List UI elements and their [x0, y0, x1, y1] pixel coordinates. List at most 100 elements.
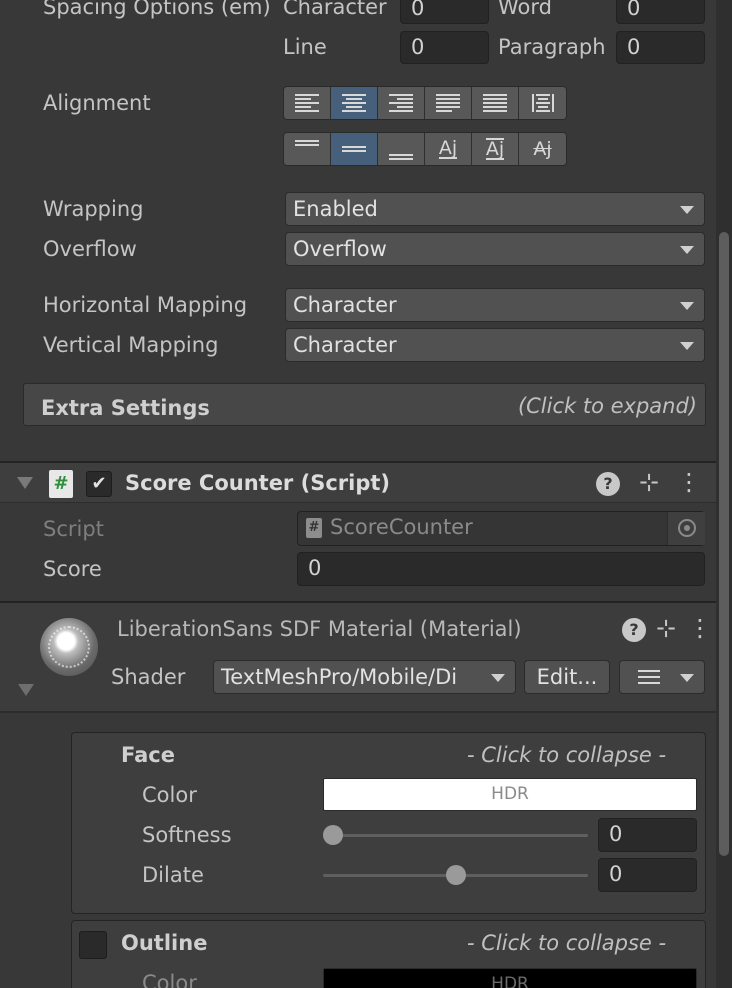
dilate-slider-handle[interactable] — [445, 865, 466, 885]
kebab-menu-icon[interactable]: ⋮ — [688, 616, 712, 640]
align-baseline-icon: Aj — [438, 137, 458, 159]
extra-settings-title: Extra Settings — [41, 396, 210, 420]
align-center-icon — [342, 94, 366, 112]
character-spacing-label: Character — [283, 0, 387, 19]
align-right-button[interactable] — [378, 87, 425, 119]
wrapping-label: Wrapping — [43, 197, 144, 221]
wrapping-dropdown[interactable]: Enabled — [285, 192, 705, 226]
help-icon[interactable]: ? — [596, 472, 620, 496]
overflow-label: Overflow — [43, 237, 137, 261]
alignment-label: Alignment — [43, 91, 151, 115]
character-spacing-field[interactable]: 0 — [400, 0, 489, 24]
score-label: Score — [43, 557, 102, 581]
dropdown-caret-icon — [680, 302, 694, 310]
align-capline-button[interactable]: Aj — [519, 133, 566, 165]
align-right-icon — [389, 94, 413, 112]
shader-value: TextMeshPro/Mobile/Di — [221, 665, 458, 689]
word-spacing-field[interactable]: 0 — [616, 0, 705, 24]
vertical-alignment-group: Aj Aj Aj — [283, 132, 567, 166]
dilate-field[interactable]: 0 — [598, 858, 697, 892]
wrapping-value: Enabled — [293, 197, 378, 221]
material-separator — [0, 711, 716, 713]
align-middle-icon — [342, 146, 366, 152]
align-bottom-button[interactable] — [378, 133, 425, 165]
horizontal-alignment-group — [283, 86, 567, 120]
outline-collapse-hint[interactable]: - Click to collapse - — [467, 933, 666, 954]
align-flush-button[interactable] — [472, 87, 519, 119]
horizontal-mapping-dropdown[interactable]: Character — [285, 288, 705, 322]
hdr-label: HDR — [491, 784, 529, 804]
face-color-label: Color — [142, 783, 197, 807]
object-picker-icon — [678, 519, 696, 537]
score-field[interactable]: 0 — [297, 552, 705, 586]
align-left-icon — [295, 94, 319, 112]
align-justified-icon — [436, 94, 460, 112]
spacing-options-label: Spacing Options (em) — [43, 0, 271, 19]
align-top-button[interactable] — [284, 133, 331, 165]
shader-edit-button[interactable]: Edit... — [524, 660, 610, 694]
horizontal-mapping-label: Horizontal Mapping — [43, 293, 248, 317]
shader-options-dropdown[interactable] — [619, 660, 705, 694]
script-value: ScoreCounter — [330, 515, 473, 539]
shader-label: Shader — [111, 665, 186, 689]
outline-title: Outline — [121, 931, 208, 955]
align-middle-button[interactable] — [331, 133, 378, 165]
script-label: Script — [43, 517, 104, 541]
list-icon — [638, 670, 660, 684]
align-center-button[interactable] — [331, 87, 378, 119]
paragraph-spacing-field[interactable]: 0 — [616, 31, 705, 64]
overflow-dropdown[interactable]: Overflow — [285, 232, 705, 266]
vertical-mapping-label: Vertical Mapping — [43, 333, 219, 357]
overflow-value: Overflow — [293, 237, 387, 261]
object-picker-button[interactable] — [667, 512, 705, 545]
presets-icon[interactable]: ⊹ — [636, 470, 662, 494]
word-spacing-label: Word — [498, 0, 552, 19]
face-softness-label: Softness — [142, 823, 232, 847]
align-bottom-icon — [389, 154, 413, 160]
material-foldout-arrow-icon[interactable] — [18, 684, 34, 696]
softness-slider-handle[interactable] — [323, 825, 343, 845]
vertical-mapping-dropdown[interactable]: Character — [285, 328, 705, 362]
softness-slider-track[interactable] — [323, 834, 588, 837]
face-color-field[interactable]: HDR — [323, 778, 697, 811]
align-midline-button[interactable]: Aj — [472, 133, 519, 165]
dropdown-caret-icon — [680, 674, 694, 682]
dropdown-caret-icon — [680, 246, 694, 254]
component-enabled-checkbox[interactable]: ✔ — [86, 471, 112, 497]
outline-color-field[interactable]: HDR — [323, 968, 697, 988]
extra-settings-foldout[interactable]: Extra Settings (Click to expand) — [23, 383, 706, 426]
material-title: LiberationSans SDF Material (Material) — [117, 617, 522, 641]
align-capline-icon: Aj — [533, 138, 552, 160]
softness-field[interactable]: 0 — [598, 818, 697, 852]
align-geometry-center-icon — [531, 94, 554, 112]
face-title: Face — [121, 743, 175, 767]
align-flush-icon — [483, 94, 507, 112]
line-spacing-field[interactable]: 0 — [400, 31, 489, 64]
align-geometry-center-button[interactable] — [519, 87, 566, 119]
presets-icon[interactable]: ⊹ — [653, 616, 679, 640]
scrollbar-thumb[interactable] — [719, 232, 729, 856]
dropdown-caret-icon — [491, 674, 505, 682]
score-counter-title: Score Counter (Script) — [125, 471, 390, 495]
align-justified-button[interactable] — [425, 87, 472, 119]
foldout-arrow-icon[interactable] — [17, 477, 33, 489]
outline-color-label: Color — [142, 971, 197, 988]
horizontal-mapping-value: Character — [293, 293, 397, 317]
align-left-button[interactable] — [284, 87, 331, 119]
script-object-field[interactable]: ScoreCounter — [297, 511, 705, 546]
hdr-label: HDR — [491, 974, 529, 988]
face-dilate-label: Dilate — [142, 863, 204, 887]
extra-settings-hint: (Click to expand) — [517, 394, 697, 418]
outline-enable-checkbox[interactable] — [79, 931, 107, 959]
align-midline-icon: Aj — [485, 138, 505, 160]
help-icon[interactable]: ? — [622, 618, 646, 642]
shader-dropdown[interactable]: TextMeshPro/Mobile/Di — [213, 660, 516, 694]
kebab-menu-icon[interactable]: ⋮ — [677, 470, 701, 494]
align-top-icon — [295, 140, 319, 146]
script-icon: # — [49, 470, 73, 498]
dropdown-caret-icon — [680, 206, 694, 214]
paragraph-spacing-label: Paragraph — [498, 35, 606, 59]
align-baseline-button[interactable]: Aj — [425, 133, 472, 165]
material-preview-sphere — [40, 618, 98, 676]
face-collapse-hint[interactable]: - Click to collapse - — [467, 745, 666, 766]
